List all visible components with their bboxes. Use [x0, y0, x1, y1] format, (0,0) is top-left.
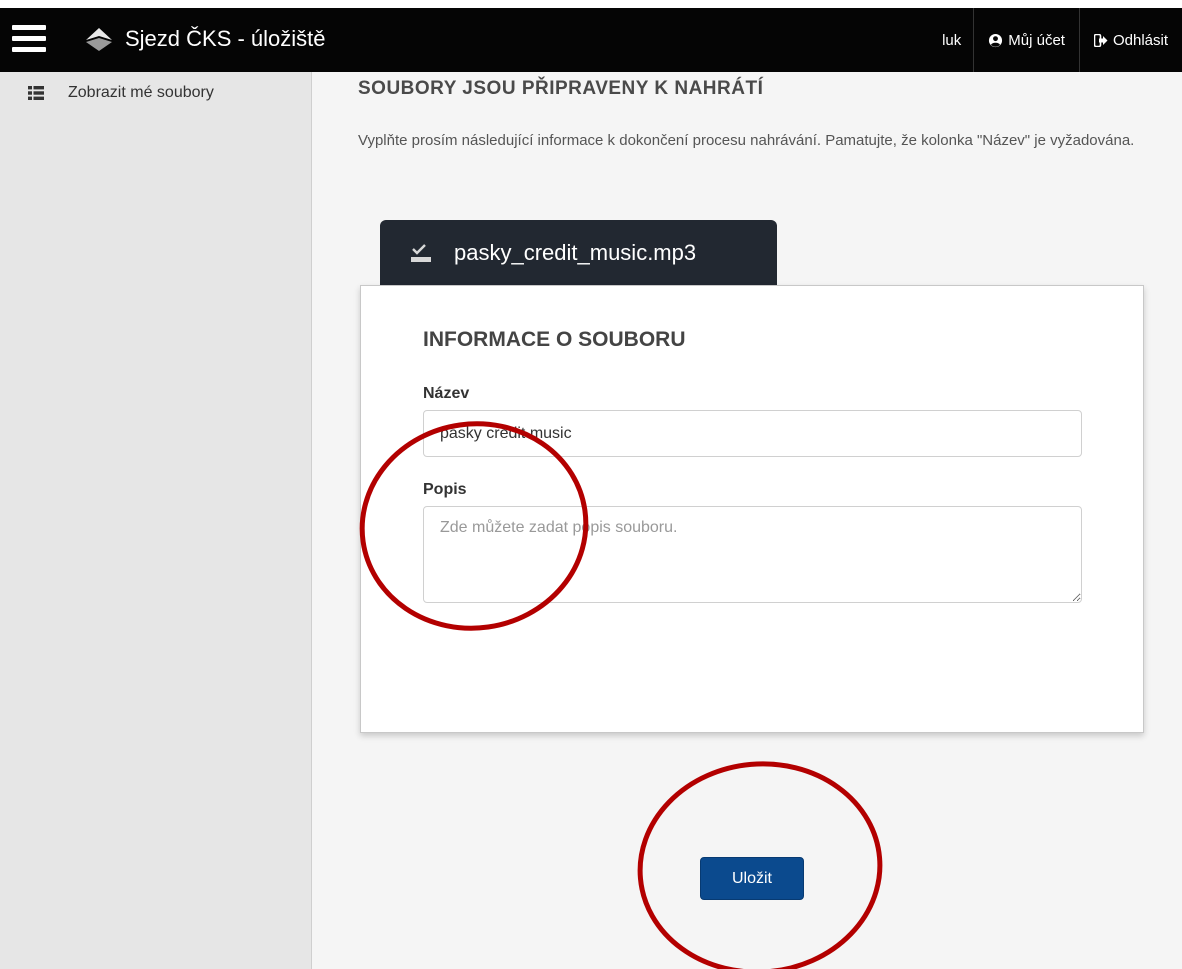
main-content: SOUBORY JSOU PŘIPRAVENY K NAHRÁTÍ Vyplňt…	[313, 72, 1182, 969]
name-label: Název	[423, 385, 470, 402]
user-nav: luk Můj účet Odhlásit	[930, 8, 1182, 72]
file-tab[interactable]: pasky_credit_music.mp3	[380, 220, 777, 286]
upload-done-icon	[411, 244, 431, 262]
logout-link[interactable]: Odhlásit	[1078, 8, 1182, 72]
my-account-link[interactable]: Můj účet	[973, 8, 1079, 72]
app-logo-icon	[86, 28, 112, 51]
sign-out-icon	[1093, 33, 1108, 47]
intro-text: Vyplňte prosím následující informace k d…	[358, 132, 1135, 149]
sidebar-item-my-files[interactable]: Zobrazit mé soubory	[0, 72, 311, 102]
user-circle-icon	[989, 33, 1003, 47]
file-info-card: INFORMACE O SOUBORU Název Popis	[360, 285, 1144, 733]
page-title: SOUBORY JSOU PŘIPRAVENY K NAHRÁTÍ	[358, 78, 764, 99]
logout-label: Odhlásit	[1112, 31, 1168, 49]
app-title[interactable]: Sjezd ČKS - úložiště	[125, 26, 326, 52]
description-textarea[interactable]	[423, 506, 1082, 603]
sidebar-item-label: Zobrazit mé soubory	[68, 84, 214, 101]
my-account-label: Můj účet	[1008, 31, 1065, 49]
card-title: INFORMACE O SOUBORU	[423, 328, 686, 351]
list-icon	[28, 86, 44, 100]
save-button[interactable]: Uložit	[700, 857, 804, 900]
sidebar: Zobrazit mé soubory	[0, 72, 312, 969]
username-label: luk	[942, 31, 962, 49]
file-name: pasky_credit_music.mp3	[454, 240, 697, 265]
description-label: Popis	[423, 481, 467, 498]
top-navbar: Sjezd ČKS - úložiště luk Můj účet Odhlás…	[0, 0, 1182, 72]
name-input[interactable]	[423, 410, 1082, 457]
hamburger-icon[interactable]	[12, 25, 46, 55]
